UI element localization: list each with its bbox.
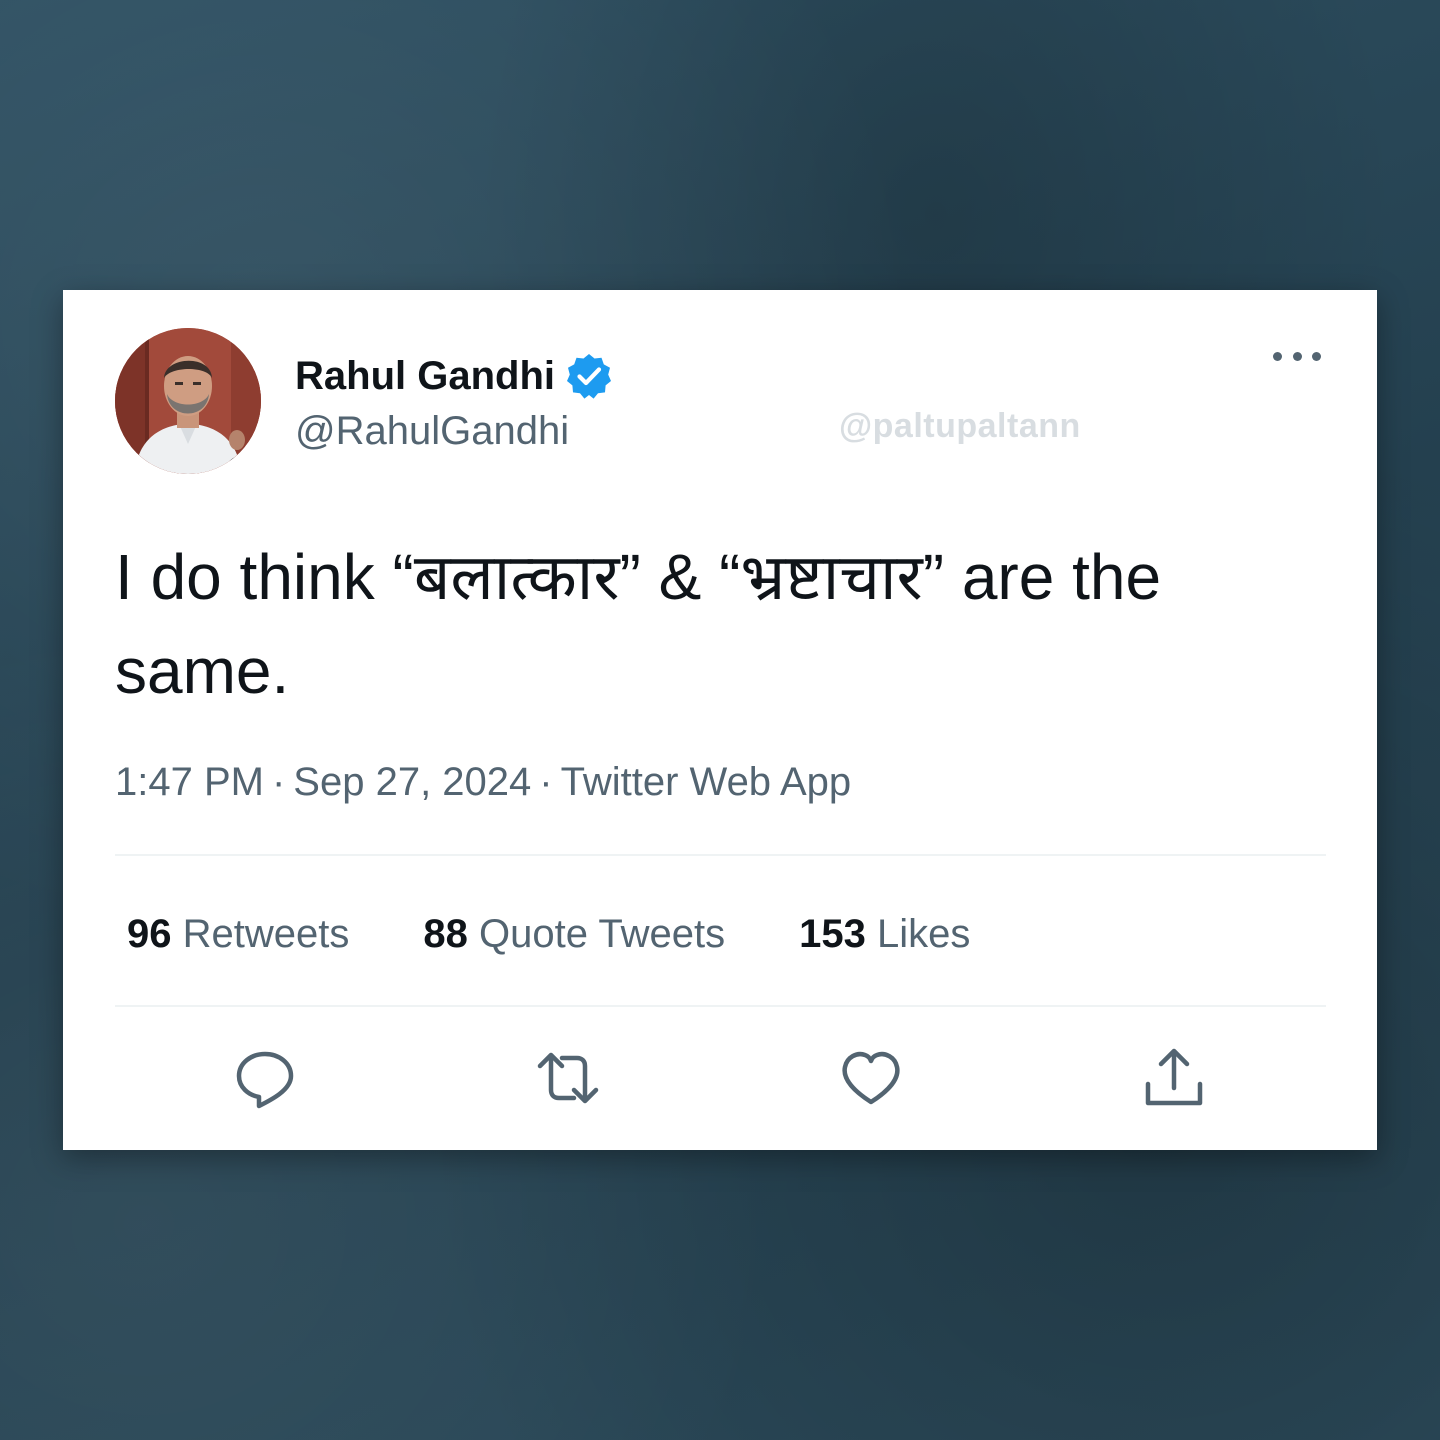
likes-stat[interactable]: 153 Likes — [799, 906, 970, 962]
tweet-source[interactable]: Twitter Web App — [561, 760, 852, 804]
quote-tweets-label: Quote Tweets — [479, 912, 726, 956]
more-dot — [1312, 351, 1321, 361]
tweet-stats: 96 Retweets 88 Quote Tweets 153 Likes — [127, 906, 1044, 962]
reply-button[interactable] — [233, 1046, 297, 1110]
retweet-icon — [537, 1052, 599, 1104]
verified-badge-icon — [567, 354, 611, 399]
author-display-name[interactable]: Rahul Gandhi — [295, 352, 555, 400]
tweet-meta: 1:47 PM · Sep 27, 2024 · Twitter Web App — [115, 754, 851, 810]
more-options-icon[interactable] — [1273, 342, 1321, 370]
divider — [115, 854, 1326, 856]
likes-count: 153 — [799, 912, 866, 956]
divider — [115, 1005, 1326, 1007]
meta-separator: · — [271, 760, 286, 804]
tweet-card: Rahul Gandhi @RahulGandhi @paltupaltann … — [63, 290, 1377, 1150]
author-handle[interactable]: @RahulGandhi — [295, 406, 569, 456]
like-icon — [842, 1051, 900, 1105]
meta-separator: · — [539, 760, 553, 804]
avatar-photo — [115, 328, 261, 474]
share-icon — [1145, 1048, 1203, 1106]
quote-tweets-count: 88 — [423, 912, 468, 956]
tweet-text: I do think “बलात्कार” & “भ्रष्टाचार” are… — [115, 541, 1162, 707]
tweet-date[interactable]: Sep 27, 2024 — [293, 760, 531, 804]
share-button[interactable] — [1142, 1046, 1206, 1110]
more-dot — [1292, 351, 1302, 361]
watermark: @paltupaltann — [839, 407, 1081, 445]
avatar[interactable] — [115, 328, 261, 474]
retweet-button[interactable] — [536, 1046, 600, 1110]
tweet-actions — [115, 1046, 1326, 1110]
likes-label: Likes — [876, 912, 971, 956]
retweets-count: 96 — [127, 912, 172, 956]
like-button[interactable] — [839, 1046, 903, 1110]
more-dot — [1273, 351, 1282, 361]
author-name-row: Rahul Gandhi — [295, 352, 613, 400]
tweet-time[interactable]: 1:47 PM — [115, 760, 264, 804]
quote-tweets-stat[interactable]: 88 Quote Tweets — [423, 906, 725, 962]
retweets-label: Retweets — [182, 912, 350, 956]
retweets-stat[interactable]: 96 Retweets — [127, 906, 349, 962]
reply-icon — [236, 1051, 294, 1109]
